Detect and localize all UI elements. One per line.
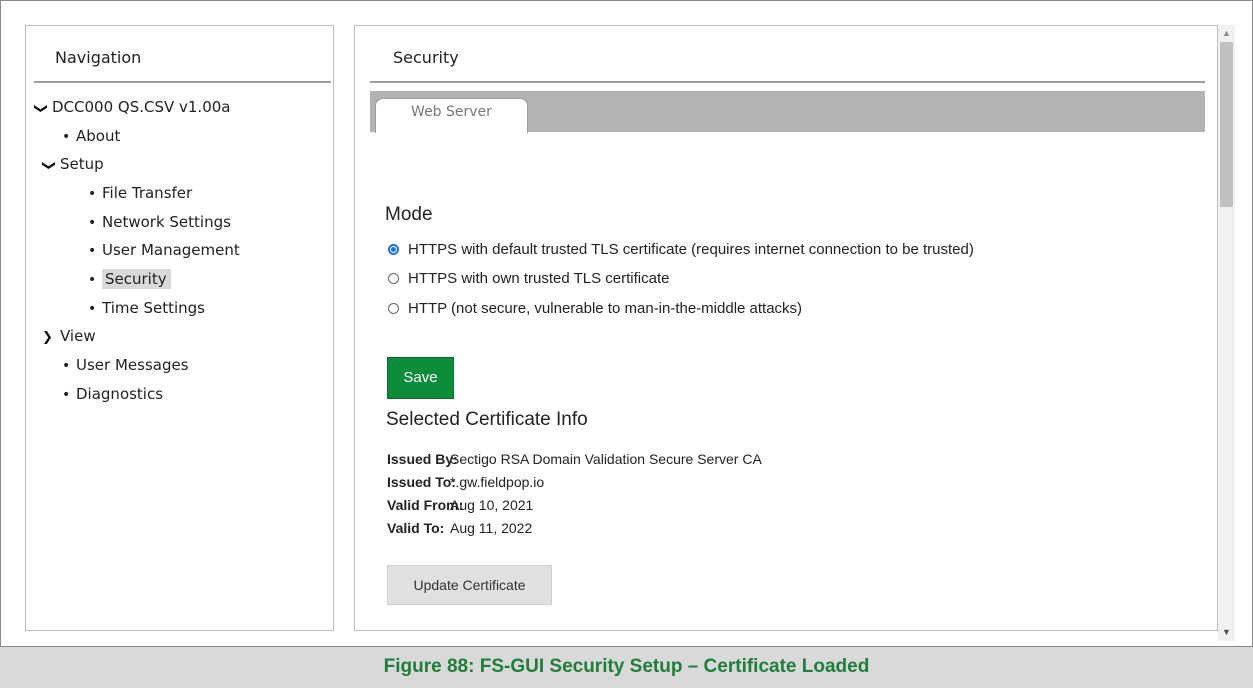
tab-strip: Web Server xyxy=(370,91,1205,133)
radio-button-checked[interactable] xyxy=(388,244,399,255)
tree-item-label: Security xyxy=(102,269,171,289)
bullet-icon: • xyxy=(62,358,71,374)
save-button[interactable]: Save xyxy=(387,357,454,399)
bullet-icon: • xyxy=(88,186,97,202)
radio-button[interactable] xyxy=(388,273,399,284)
tree-item-about[interactable]: • About xyxy=(62,125,120,147)
bullet-icon: • xyxy=(88,301,97,317)
chevron-right-icon[interactable]: ❯ xyxy=(42,327,54,349)
tree-item-diagnostics[interactable]: • Diagnostics xyxy=(62,383,163,405)
title-divider xyxy=(370,81,1205,83)
tree-item-view[interactable]: ❯ View xyxy=(42,325,96,347)
cert-valid-from-row: Valid From:Aug 10, 2021 xyxy=(387,497,533,513)
info-value: Aug 10, 2021 xyxy=(450,497,534,513)
tree-item-label: User Management xyxy=(102,241,240,259)
radio-label: HTTP (not secure, vulnerable to man-in-t… xyxy=(408,300,803,317)
cert-issued-to-row: Issued To:*.gw.fieldpop.io xyxy=(387,474,544,490)
vertical-scrollbar[interactable]: ▲ ▼ xyxy=(1218,25,1235,641)
tree-item-security[interactable]: • Security xyxy=(88,268,171,290)
radio-button[interactable] xyxy=(388,303,399,314)
radio-option-http[interactable]: HTTP (not secure, vulnerable to man-in-t… xyxy=(388,300,802,317)
navigation-divider xyxy=(34,81,331,83)
bullet-icon: • xyxy=(88,272,97,288)
tree-item-setup[interactable]: ❯ Setup xyxy=(41,153,104,175)
tree-item-network-settings[interactable]: • Network Settings xyxy=(88,211,231,233)
tree-item-label: Setup xyxy=(60,155,104,173)
certificate-info-heading: Selected Certificate Info xyxy=(386,409,588,430)
tree-item-root[interactable]: ❯ DCC000 QS.CSV v1.00a xyxy=(33,96,231,118)
chevron-down-icon[interactable]: ❯ xyxy=(29,103,51,115)
radio-option-https-own[interactable]: HTTPS with own trusted TLS certificate xyxy=(388,270,669,287)
tree-item-label: About xyxy=(76,127,121,145)
tree-item-label: Diagnostics xyxy=(76,385,164,403)
tree-item-user-management[interactable]: • User Management xyxy=(88,239,240,261)
chevron-down-icon[interactable]: ❯ xyxy=(37,160,59,172)
navigation-panel: Navigation ❯ DCC000 QS.CSV v1.00a • About … xyxy=(25,25,334,631)
figure-caption-bar: Figure 88: FS-GUI Security Setup – Certi… xyxy=(0,646,1253,688)
tree-item-label: View xyxy=(60,327,96,345)
bullet-icon: • xyxy=(88,215,97,231)
figure-caption: Figure 88: FS-GUI Security Setup – Certi… xyxy=(383,656,870,677)
scroll-up-arrow-icon[interactable]: ▲ xyxy=(1218,25,1235,42)
info-key: Issued To: xyxy=(387,474,456,490)
radio-label: HTTPS with default trusted TLS certifica… xyxy=(408,241,974,258)
scroll-down-arrow-icon[interactable]: ▼ xyxy=(1218,624,1235,641)
tree-item-label: User Messages xyxy=(76,356,189,374)
bullet-icon: • xyxy=(62,129,71,145)
bullet-icon: • xyxy=(62,387,71,403)
scrollbar-thumb[interactable] xyxy=(1220,42,1233,207)
update-certificate-button[interactable]: Update Certificate xyxy=(387,565,552,605)
bullet-icon: • xyxy=(88,243,97,259)
info-key: Valid To: xyxy=(387,520,445,536)
info-value: Aug 11, 2022 xyxy=(450,520,533,536)
info-value: Sectigo RSA Domain Validation Secure Ser… xyxy=(450,451,762,467)
tree-item-label: Network Settings xyxy=(102,213,231,231)
tree-item-file-transfer[interactable]: • File Transfer xyxy=(88,182,192,204)
tree-item-label: DCC000 QS.CSV v1.00a xyxy=(52,98,231,116)
content-panel: Security Web Server Mode HTTPS with defa… xyxy=(354,25,1218,631)
cert-issued-by-row: Issued By:Sectigo RSA Domain Validation … xyxy=(387,451,762,467)
info-value: *.gw.fieldpop.io xyxy=(450,474,545,490)
tree-item-label: Time Settings xyxy=(102,299,206,317)
tree-item-time-settings[interactable]: • Time Settings xyxy=(88,297,205,319)
navigation-title: Navigation xyxy=(55,48,142,67)
page-title: Security xyxy=(393,48,459,67)
radio-label: HTTPS with own trusted TLS certificate xyxy=(408,270,670,287)
tab-web-server[interactable]: Web Server xyxy=(375,98,528,133)
radio-option-https-default[interactable]: HTTPS with default trusted TLS certifica… xyxy=(388,241,974,258)
info-key: Valid From: xyxy=(387,497,464,513)
mode-heading: Mode xyxy=(385,204,433,225)
tree-item-label: File Transfer xyxy=(102,184,193,202)
cert-valid-to-row: Valid To: Aug 11, 2022 xyxy=(387,520,532,536)
info-key: Issued By: xyxy=(387,451,458,467)
app-frame: Navigation ❯ DCC000 QS.CSV v1.00a • About … xyxy=(0,0,1253,646)
tree-item-user-messages[interactable]: • User Messages xyxy=(62,354,189,376)
